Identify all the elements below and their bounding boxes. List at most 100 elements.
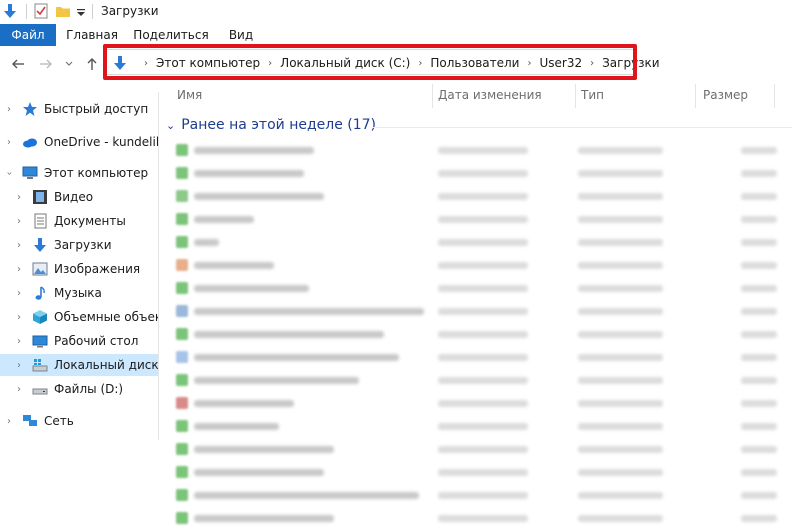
- chevron-right-icon[interactable]: ›: [14, 264, 24, 275]
- file-size-blurred: [741, 170, 777, 177]
- tab-home[interactable]: Главная: [66, 24, 118, 46]
- tab-file[interactable]: Файл: [0, 24, 56, 46]
- file-size-blurred: [741, 469, 777, 476]
- file-name-blurred: [194, 331, 384, 338]
- table-row[interactable]: [176, 256, 791, 274]
- new-folder-icon[interactable]: [55, 3, 71, 19]
- nav-this-pc[interactable]: › Этот компьютер: [0, 162, 158, 184]
- file-size-blurred: [741, 285, 777, 292]
- music-icon: [35, 286, 45, 300]
- chevron-right-icon[interactable]: ›: [14, 360, 24, 371]
- chevron-right-icon[interactable]: ›: [14, 312, 24, 323]
- nav-onedrive[interactable]: › OneDrive - kundelik.k: [0, 131, 158, 153]
- chevron-right-icon[interactable]: ›: [14, 240, 24, 251]
- nav-documents[interactable]: › Документы: [0, 210, 158, 232]
- chevron-right-icon[interactable]: ›: [14, 384, 24, 395]
- table-row[interactable]: [176, 440, 791, 458]
- table-row[interactable]: [176, 302, 791, 320]
- group-label: Ранее на этой неделе (17): [181, 117, 377, 133]
- download-arrow-icon[interactable]: [2, 3, 18, 19]
- file-date-blurred: [438, 515, 528, 522]
- file-type-blurred: [578, 354, 663, 361]
- computer-icon: [22, 166, 38, 179]
- chevron-right-icon[interactable]: ›: [14, 288, 24, 299]
- recent-locations-chevron-icon[interactable]: [64, 56, 74, 72]
- documents-icon: [34, 213, 47, 229]
- file-size-blurred: [741, 193, 777, 200]
- column-name[interactable]: Имя: [177, 88, 202, 102]
- table-row[interactable]: [176, 348, 791, 366]
- table-row[interactable]: [176, 394, 791, 412]
- column-headers: Имя Дата изменения Тип Размер: [160, 84, 799, 108]
- file-date-blurred: [438, 285, 528, 292]
- chevron-right-icon[interactable]: ›: [14, 336, 24, 347]
- nav-desktop[interactable]: › Рабочий стол: [0, 330, 158, 352]
- customize-toolbar-icon[interactable]: [76, 3, 86, 19]
- file-type-blurred: [578, 515, 663, 522]
- nav-network[interactable]: › Сеть: [0, 410, 158, 432]
- table-row[interactable]: [176, 210, 791, 228]
- nav-files-d[interactable]: › Файлы (D:): [0, 378, 158, 400]
- column-divider[interactable]: [774, 84, 775, 108]
- table-row[interactable]: [176, 371, 791, 389]
- nav-videos[interactable]: › Видео: [0, 186, 158, 208]
- column-date[interactable]: Дата изменения: [438, 88, 542, 102]
- nav-quick-access[interactable]: › Быстрый доступ: [0, 98, 158, 120]
- table-row[interactable]: [176, 233, 791, 251]
- tab-share[interactable]: Поделиться: [130, 24, 212, 46]
- file-size-blurred: [741, 216, 777, 223]
- desktop-icon: [32, 335, 48, 348]
- file-name-blurred: [194, 147, 314, 154]
- nav-pictures[interactable]: › Изображения: [0, 258, 158, 280]
- file-type-blurred: [578, 423, 663, 430]
- file-size-blurred: [741, 446, 777, 453]
- file-type-icon: [176, 144, 188, 156]
- file-size-blurred: [741, 147, 777, 154]
- file-date-blurred: [438, 446, 528, 453]
- forward-arrow-icon[interactable]: [38, 56, 54, 72]
- up-arrow-icon[interactable]: [84, 56, 100, 72]
- file-name-blurred: [194, 469, 324, 476]
- chevron-right-icon[interactable]: ›: [14, 216, 24, 227]
- tab-view[interactable]: Вид: [224, 24, 258, 46]
- nav-downloads[interactable]: › Загрузки: [0, 234, 158, 256]
- file-date-blurred: [438, 354, 528, 361]
- properties-icon[interactable]: [33, 3, 49, 19]
- table-row[interactable]: [176, 463, 791, 481]
- file-type-icon: [176, 397, 188, 409]
- table-row[interactable]: [176, 187, 791, 205]
- file-date-blurred: [438, 239, 528, 246]
- table-row[interactable]: [176, 509, 791, 527]
- file-type-icon: [176, 443, 188, 455]
- chevron-right-icon[interactable]: ›: [4, 104, 14, 115]
- table-row[interactable]: [176, 417, 791, 435]
- 3d-objects-icon: [33, 310, 47, 324]
- table-row[interactable]: [176, 141, 791, 159]
- chevron-down-icon[interactable]: ⌄: [166, 119, 175, 132]
- file-size-blurred: [741, 308, 777, 315]
- back-arrow-icon[interactable]: [10, 56, 26, 72]
- nav-3d-objects[interactable]: › Объемные объекты: [0, 306, 158, 328]
- table-row[interactable]: [176, 279, 791, 297]
- column-divider[interactable]: [432, 84, 433, 108]
- file-name-blurred: [194, 354, 399, 361]
- column-divider[interactable]: [575, 84, 576, 108]
- file-name-blurred: [194, 239, 219, 246]
- table-row[interactable]: [176, 486, 791, 504]
- chevron-right-icon[interactable]: ›: [14, 192, 24, 203]
- table-row[interactable]: [176, 164, 791, 182]
- group-header[interactable]: ⌄ Ранее на этой неделе (17): [166, 117, 376, 133]
- chevron-down-icon[interactable]: ›: [4, 168, 15, 178]
- table-row[interactable]: [176, 325, 791, 343]
- nav-music[interactable]: › Музыка: [0, 282, 158, 304]
- column-size[interactable]: Размер: [703, 88, 748, 102]
- chevron-right-icon[interactable]: ›: [4, 416, 14, 427]
- column-divider[interactable]: [695, 84, 696, 108]
- nav-local-disk-c[interactable]: › Локальный диск (C:): [0, 354, 158, 376]
- file-type-icon: [176, 489, 188, 501]
- drive-icon: [32, 359, 48, 372]
- file-date-blurred: [438, 331, 528, 338]
- column-type[interactable]: Тип: [581, 88, 604, 102]
- red-highlight-box: [103, 44, 637, 80]
- chevron-right-icon[interactable]: ›: [4, 137, 14, 148]
